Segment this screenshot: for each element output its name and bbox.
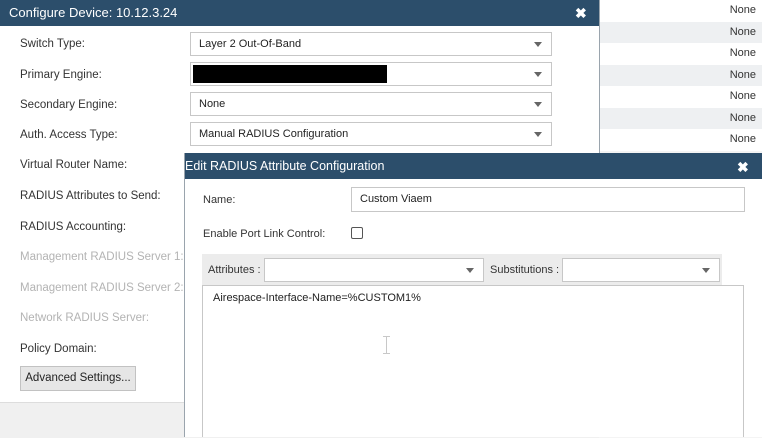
- table-cell: None: [729, 90, 756, 102]
- table-cell: None: [729, 25, 756, 38]
- close-icon[interactable]: ✖: [737, 159, 749, 176]
- dialog-titlebar[interactable]: Edit RADIUS Attribute Configuration ✖: [185, 153, 762, 179]
- substitutions-label: Substitutions :: [490, 264, 560, 276]
- switch-type-label: Switch Type:: [20, 38, 85, 50]
- virtual-router-label: Virtual Router Name:: [20, 159, 128, 171]
- table-row[interactable]: None: [600, 43, 762, 65]
- chevron-down-icon: [534, 132, 542, 137]
- network-radius-server-label: Network RADIUS Server:: [20, 312, 150, 324]
- table-row[interactable]: None: [600, 107, 762, 129]
- primary-engine-label: Primary Engine:: [20, 69, 102, 81]
- policy-domain-label: Policy Domain:: [20, 343, 97, 355]
- chevron-down-icon: [534, 72, 542, 77]
- radius-accounting-label: RADIUS Accounting:: [20, 221, 127, 233]
- secondary-engine-label: Secondary Engine:: [20, 99, 118, 111]
- mgmt-radius-server-2-label: Management RADIUS Server 2:: [20, 282, 184, 294]
- auth-access-type-value: Manual RADIUS Configuration: [199, 128, 349, 140]
- auth-access-type-select[interactable]: Manual RADIUS Configuration: [190, 122, 552, 146]
- close-icon[interactable]: ✖: [575, 5, 587, 22]
- primary-engine-select[interactable]: [190, 62, 552, 86]
- substitutions-select[interactable]: [562, 258, 720, 282]
- table-cell: None: [729, 133, 756, 145]
- table-row[interactable]: None: [600, 129, 762, 151]
- attribute-text-area[interactable]: Airespace-Interface-Name=%CUSTOM1%: [202, 285, 744, 437]
- advanced-settings-button[interactable]: Advanced Settings...: [20, 366, 136, 391]
- chevron-down-icon: [466, 268, 474, 273]
- radius-attributes-label: RADIUS Attributes to Send:: [20, 190, 161, 202]
- port-link-control-checkbox[interactable]: [351, 227, 363, 239]
- table-cell: None: [729, 47, 756, 59]
- mgmt-radius-server-1-label: Management RADIUS Server 1:: [20, 251, 184, 263]
- name-label: Name:: [203, 194, 236, 206]
- edit-radius-attribute-dialog: Edit RADIUS Attribute Configuration ✖ Na…: [184, 153, 762, 437]
- port-link-control-label: Enable Port Link Control:: [203, 228, 326, 240]
- table-row[interactable]: None: [600, 86, 762, 108]
- dialog-titlebar[interactable]: Configure Device: 10.12.3.24 ✖: [0, 0, 599, 26]
- name-input[interactable]: Custom Viaem: [351, 187, 745, 212]
- table-row[interactable]: None: [600, 0, 762, 22]
- chevron-down-icon: [702, 268, 710, 273]
- secondary-engine-value: None: [199, 98, 226, 110]
- chevron-down-icon: [534, 42, 542, 47]
- table-cell: None: [729, 68, 756, 81]
- auth-access-type-label: Auth. Access Type:: [20, 129, 118, 141]
- table-row[interactable]: None: [600, 21, 762, 43]
- dialog-title: Edit RADIUS Attribute Configuration: [185, 159, 385, 173]
- switch-type-value: Layer 2 Out-Of-Band: [199, 38, 302, 50]
- redacted-value: [193, 65, 387, 83]
- attribute-text: Airespace-Interface-Name=%CUSTOM1%: [213, 292, 421, 304]
- switch-type-select[interactable]: Layer 2 Out-Of-Band: [190, 32, 552, 56]
- secondary-engine-select[interactable]: None: [190, 92, 552, 116]
- chevron-down-icon: [534, 102, 542, 107]
- dialog-title: Configure Device: 10.12.3.24: [9, 5, 178, 20]
- attribute-toolbar: Attributes : Substitutions :: [202, 254, 722, 287]
- background-device-table: None None None None None None None: [600, 0, 762, 151]
- attributes-select[interactable]: [264, 258, 484, 282]
- attributes-label: Attributes :: [208, 264, 261, 276]
- table-cell: None: [729, 4, 756, 16]
- text-cursor-icon: [383, 336, 390, 354]
- table-row[interactable]: None: [600, 64, 762, 86]
- table-cell: None: [729, 111, 756, 124]
